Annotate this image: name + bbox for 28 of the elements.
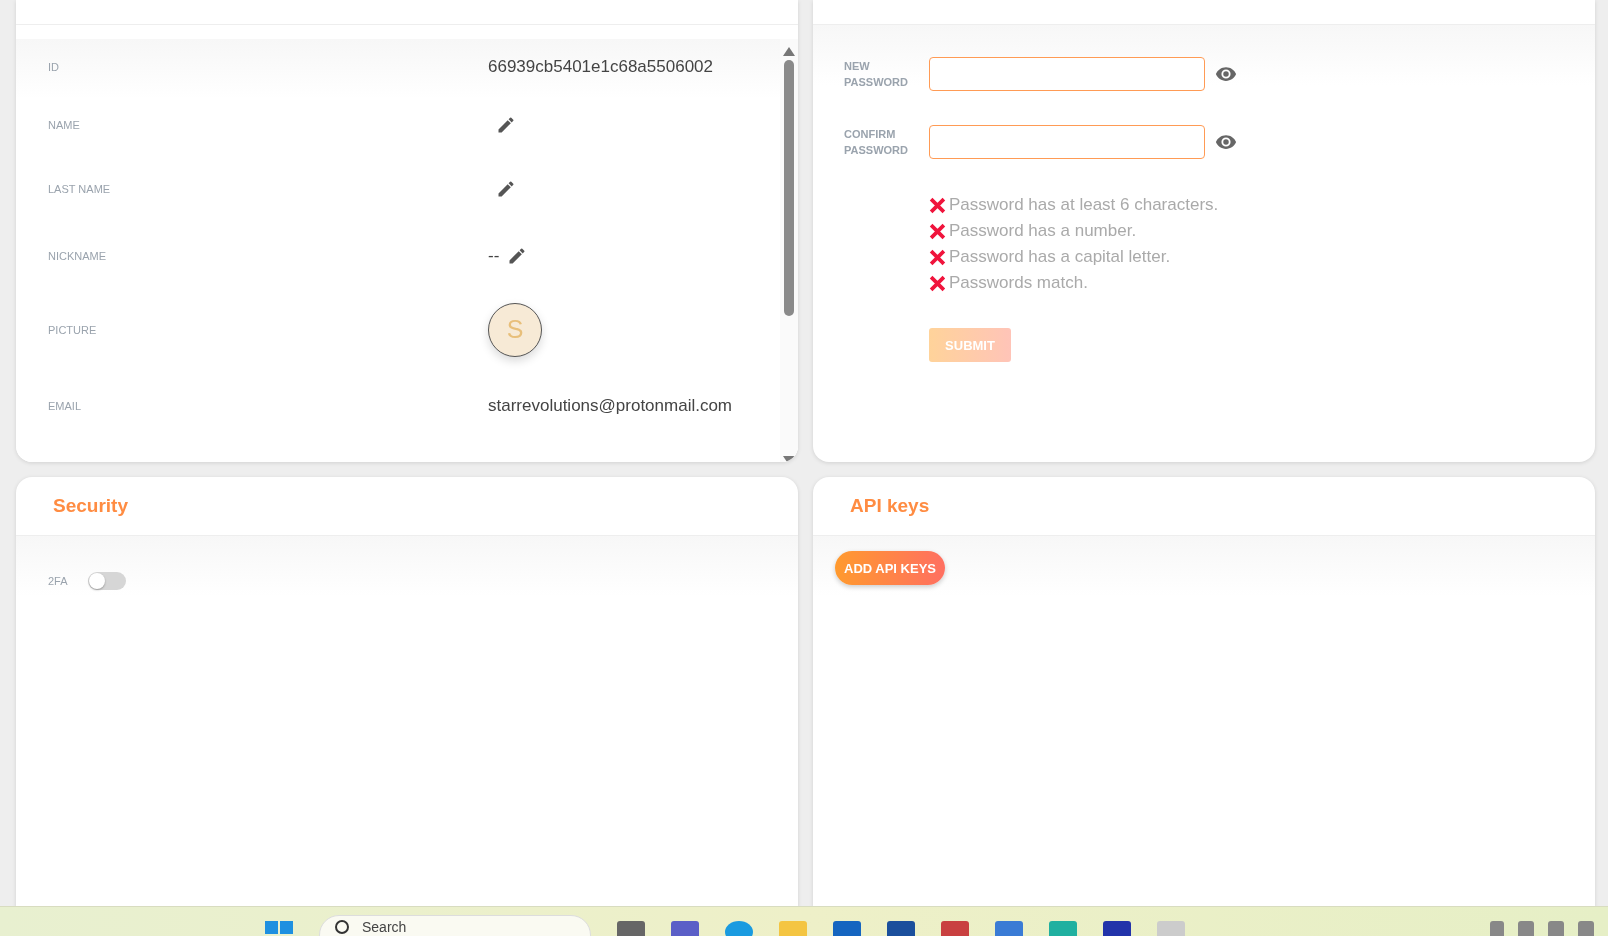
field-label: NEW PASSWORD [844, 59, 909, 90]
field-label: EMAIL [48, 399, 82, 412]
rule-text: Password has a capital letter. [949, 247, 1171, 267]
add-api-keys-button[interactable]: ADD API KEYS [835, 551, 945, 585]
field-value: 66939cb5401e1c68a5506002 [488, 57, 713, 77]
search-icon [334, 919, 352, 936]
scroll-up-icon[interactable] [783, 46, 795, 57]
card-title: API keys [850, 495, 930, 517]
avatar: S [488, 302, 542, 357]
field-value: -- [488, 245, 500, 266]
field-label: NAME [48, 119, 81, 131]
rule-text: Password has at least 6 characters. [949, 195, 1219, 215]
card-title: Security [53, 495, 128, 517]
toggle-label: 2FA [48, 575, 68, 587]
rule-text: Passwords match. [949, 273, 1088, 293]
field-label: ID [48, 61, 60, 73]
password-field[interactable] [929, 57, 1205, 91]
toggle-switch[interactable] [87, 572, 126, 590]
pencil-icon[interactable] [496, 115, 516, 135]
field-label: NICKNAME [48, 249, 108, 262]
field-label: CONFIRM PASSWORD [844, 127, 909, 158]
pencil-icon[interactable] [496, 178, 516, 199]
rule-text: Password has a number. [949, 221, 1137, 241]
password-field[interactable] [929, 125, 1205, 159]
search-field[interactable]: Search [319, 915, 591, 936]
field-label: LAST NAME [48, 182, 112, 195]
field-value: starrevolutions@protonmail.com [488, 395, 733, 416]
field-label: PICTURE [48, 323, 98, 336]
